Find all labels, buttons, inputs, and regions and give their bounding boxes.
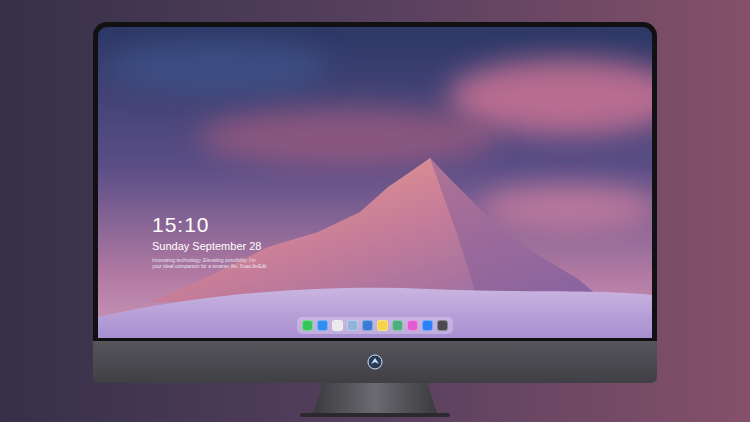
date: Sunday September 28 [152, 239, 267, 253]
brand-logo-icon [367, 354, 383, 370]
monitor-chin [93, 341, 657, 383]
dock [297, 317, 453, 334]
tagline-line: Innovating technology, Elevating possibi… [152, 257, 267, 263]
dock-app-icon[interactable] [437, 320, 448, 331]
monitor: 15:10 Sunday September 28 Innovating techn… [93, 22, 657, 417]
dock-app-icon[interactable] [362, 320, 373, 331]
dock-app-icon[interactable] [422, 320, 433, 331]
dock-app-icon[interactable] [392, 320, 403, 331]
page: 15:10 Sunday September 28 Innovating techn… [0, 0, 750, 422]
tagline-line: your ideal companion for a smarter life.… [152, 263, 267, 269]
dock-app-icon[interactable] [347, 320, 358, 331]
dock-app-icon[interactable] [377, 320, 388, 331]
bezel: 15:10 Sunday September 28 Innovating techn… [93, 22, 657, 341]
time: 15:10 [152, 213, 267, 237]
wallpaper [98, 27, 652, 338]
screen: 15:10 Sunday September 28 Innovating techn… [98, 27, 652, 338]
dock-app-icon[interactable] [317, 320, 328, 331]
lock-clock: 15:10 Sunday September 28 Innovating techn… [152, 213, 267, 269]
dock-app-icon[interactable] [332, 320, 343, 331]
dock-app-icon[interactable] [302, 320, 313, 331]
monitor-stand [313, 383, 437, 413]
dock-app-icon[interactable] [407, 320, 418, 331]
stand-base [300, 413, 450, 417]
tagline: Innovating technology, Elevating possibi… [152, 257, 267, 269]
